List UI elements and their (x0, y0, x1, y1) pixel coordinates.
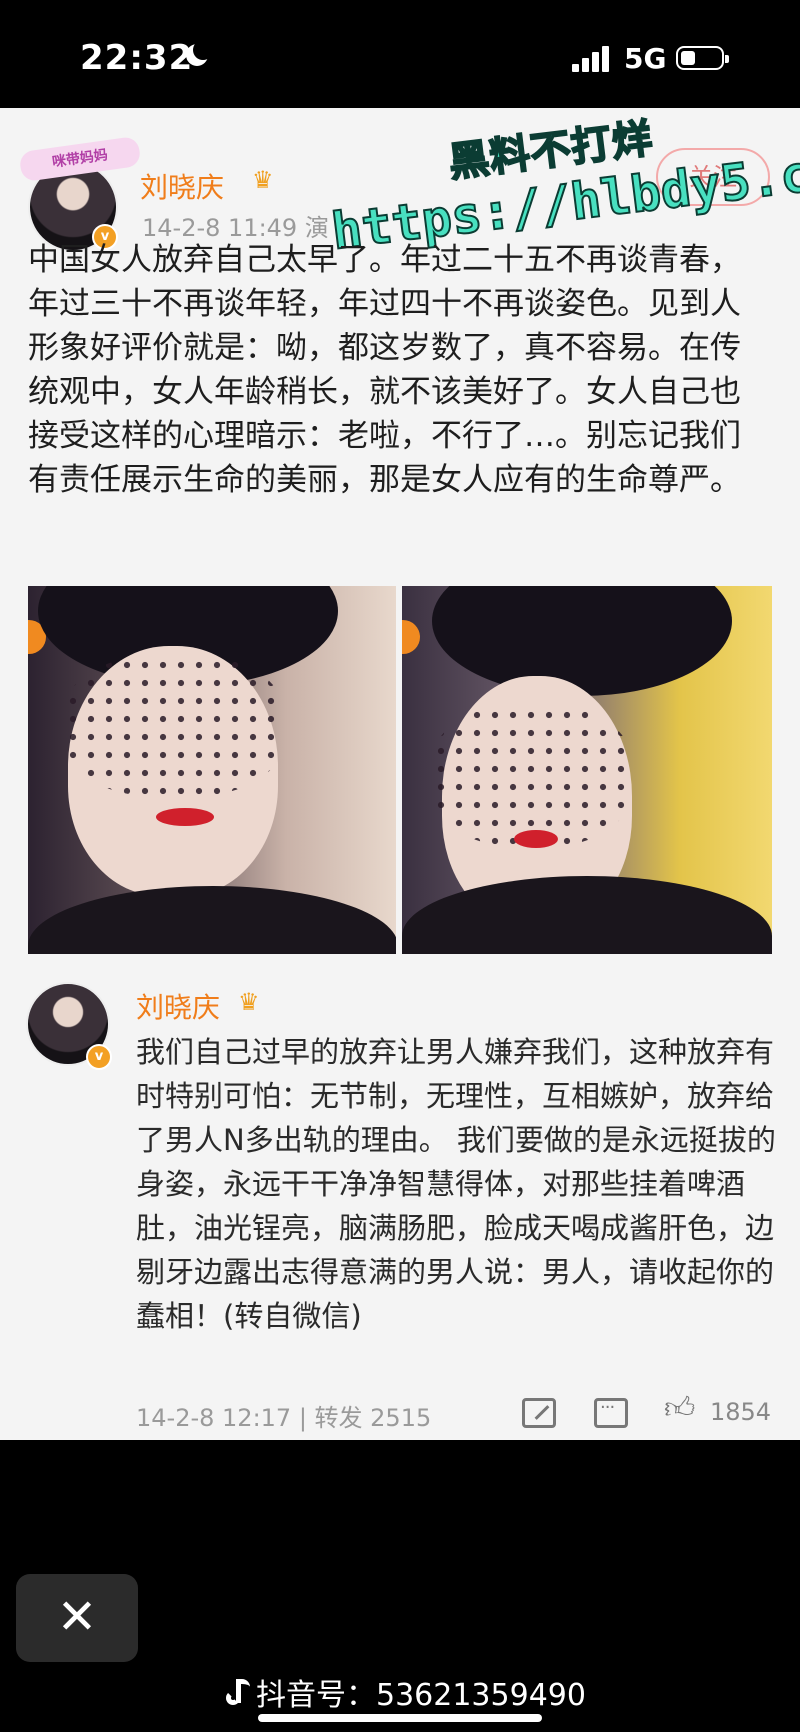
post-photo-1[interactable] (28, 586, 396, 954)
moon-icon (186, 40, 213, 66)
share-icon[interactable] (522, 1398, 556, 1428)
status-time: 22:32 (80, 38, 194, 78)
repost-text: 我们自己过早的放弃让男人嫌弃我们，这种放弃有时特别可怕：无节制，无理性，互相嫉妒… (136, 1035, 776, 1333)
photo-marker-icon (402, 620, 420, 654)
tiktok-id-text: 抖音号：53621359490 (256, 1678, 586, 1713)
repost-footer: 14-2-8 12:17 | 转发 2515 (136, 1404, 432, 1432)
repost-username[interactable]: 刘晓庆 (136, 986, 220, 1026)
tiktok-logo-icon (226, 1679, 252, 1709)
verified-icon: v (86, 1044, 112, 1070)
tiktok-id: 抖音号：53621359490 (226, 1670, 586, 1714)
comment-icon[interactable] (594, 1397, 628, 1428)
weibo-screenshot: v 咪带妈妈 刘晓庆 ♛ 14-2-8 11:49 演 关注 黑料不打烊 htt… (0, 108, 800, 1440)
crown-icon: ♛ (252, 166, 274, 194)
battery-icon (676, 46, 729, 70)
crown-icon: ♛ (238, 988, 260, 1016)
thumbs-up-icon[interactable]: 👍︎ (664, 1394, 698, 1424)
close-button[interactable]: ✕ (16, 1574, 138, 1662)
like-count: 1854 (710, 1398, 772, 1426)
home-indicator[interactable] (258, 1714, 542, 1722)
post-username[interactable]: 刘晓庆 (140, 166, 224, 206)
network-type: 5G (624, 42, 667, 75)
post-text: 中国女人放弃自己太早了。年过二十五不再谈青春， 年过三十不再谈年轻，年过四十不再… (28, 242, 751, 498)
post-photo-2[interactable] (402, 586, 772, 954)
status-bar: 22:32 5G (0, 0, 800, 108)
cellular-signal-icon (572, 46, 612, 72)
